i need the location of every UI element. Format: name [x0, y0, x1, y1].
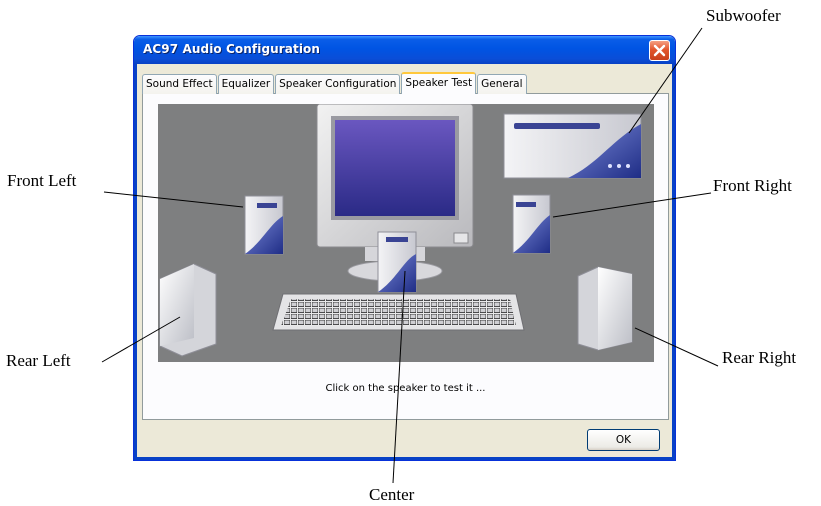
audio-config-window: AC97 Audio Configuration Click on the sp…: [133, 35, 676, 461]
speaker-front-left[interactable]: [244, 195, 284, 255]
status-text: Click on the speaker to test it ...: [325, 383, 486, 394]
window-frame-left: [134, 64, 137, 460]
speaker-scene: [159, 103, 642, 357]
window-frame-bottom: [134, 457, 675, 460]
ok-button[interactable]: OK: [587, 429, 660, 451]
callout-rear-right: Rear Right: [722, 348, 797, 367]
speaker-rear-left[interactable]: [159, 263, 217, 357]
keyboard-icon: [272, 293, 525, 331]
callout-rear-left: Rear Left: [6, 351, 71, 370]
close-icon: [653, 44, 666, 57]
tab-sound-effect[interactable]: Sound Effect: [142, 74, 217, 94]
tab-speaker-test[interactable]: Speaker Test: [401, 72, 477, 94]
speaker-test-panel: Click on the speaker to test it ...: [142, 93, 669, 420]
callout-front-right: Front Right: [713, 176, 792, 195]
tab-general[interactable]: General: [477, 74, 527, 94]
speaker-stage: [158, 103, 654, 362]
speaker-rear-right[interactable]: [577, 266, 633, 351]
callout-subwoofer: Subwoofer: [706, 6, 781, 25]
speaker-front-right[interactable]: [512, 194, 551, 254]
window-title: AC97 Audio Configuration: [143, 42, 321, 56]
tab-strip: Sound Effect Equalizer Speaker Configura…: [142, 72, 528, 94]
tab-equalizer[interactable]: Equalizer: [217, 74, 275, 94]
close-button[interactable]: [649, 40, 670, 61]
speaker-center[interactable]: [377, 231, 417, 293]
tab-speaker-configuration[interactable]: Speaker Configuration: [275, 74, 401, 94]
window-frame-right: [672, 64, 675, 460]
subwoofer-icon[interactable]: [503, 113, 642, 179]
callout-front-left: Front Left: [7, 171, 77, 190]
title-bar[interactable]: AC97 Audio Configuration: [134, 36, 675, 64]
callout-center: Center: [369, 485, 415, 504]
